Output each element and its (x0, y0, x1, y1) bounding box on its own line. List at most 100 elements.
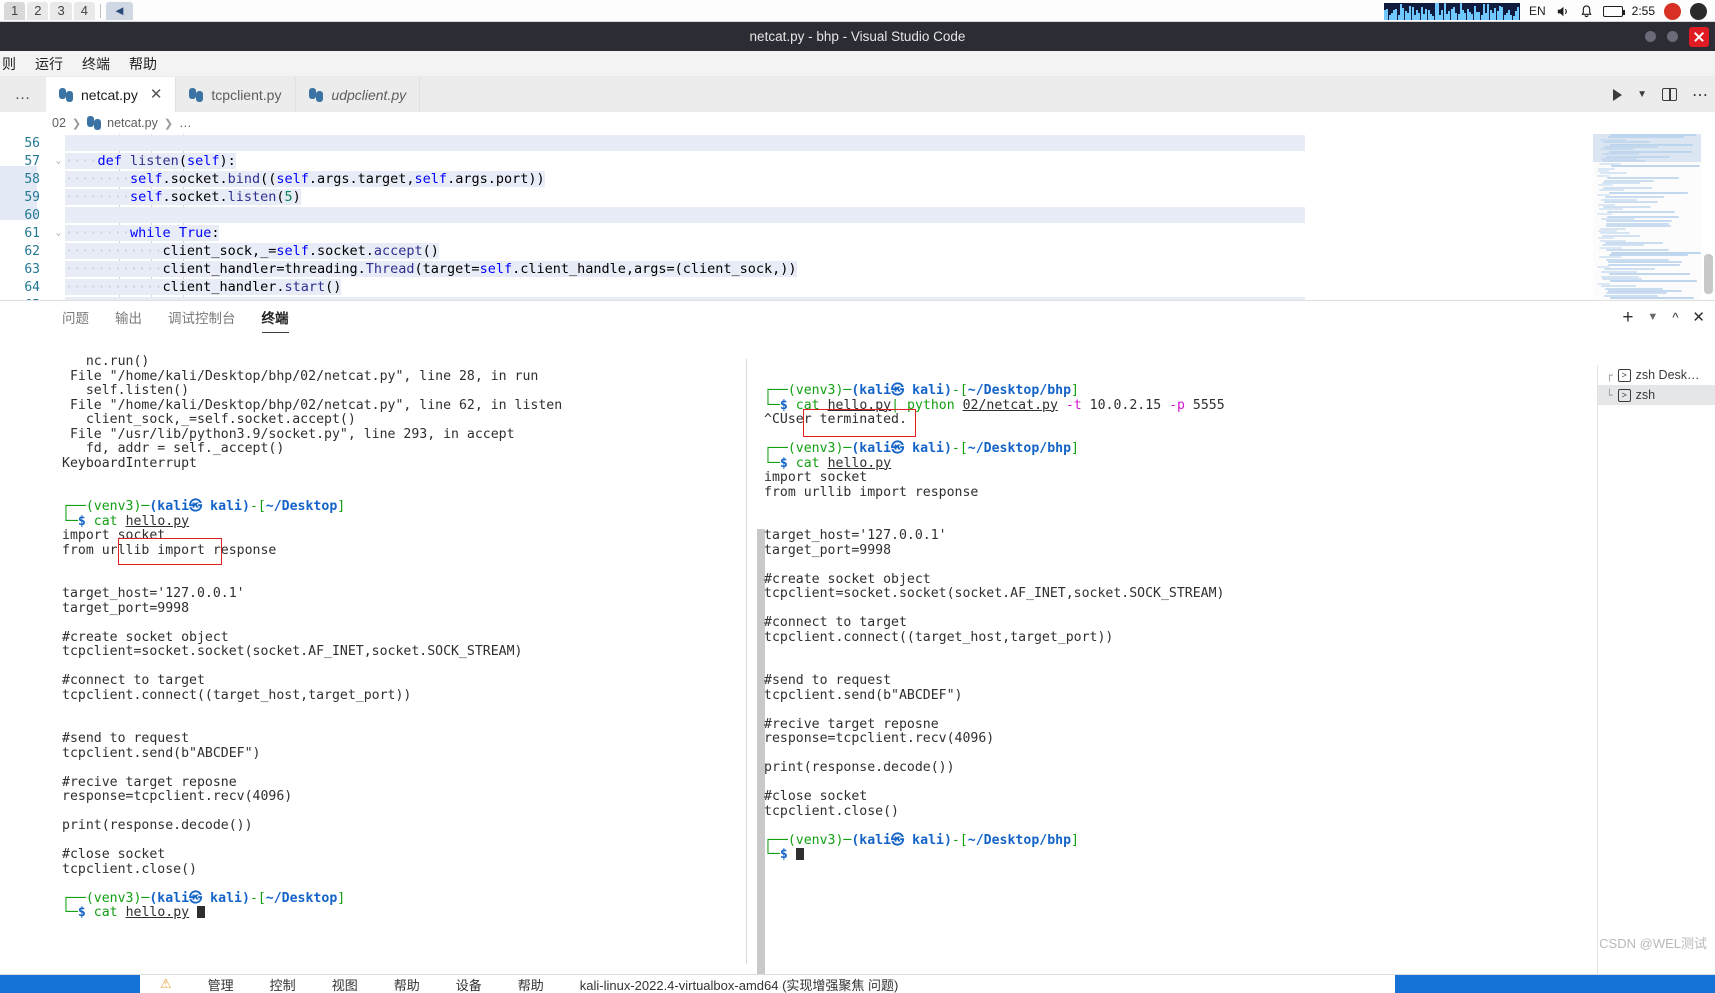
breadcrumb-item-symbol[interactable]: … (179, 116, 192, 130)
close-icon[interactable] (1690, 2, 1707, 20)
taskbar-item-5[interactable]: 帮助 (518, 975, 544, 993)
new-terminal-icon[interactable]: + (1622, 308, 1633, 327)
code-line[interactable]: 60 (0, 206, 1715, 224)
code-line[interactable]: 62 ············client_sock,_=self.socket.… (0, 242, 1715, 260)
tab-netcat-py[interactable]: netcat.py ✕ (46, 77, 177, 112)
os-tab-1[interactable]: 1 (4, 1, 26, 20)
close-panel-icon[interactable]: ✕ (1692, 308, 1705, 326)
terminal-pane-left[interactable]: nc.run() File "/home/kali/Desktop/bhp/02… (0, 333, 742, 974)
close-window-button[interactable] (1689, 26, 1709, 47)
menu-item-terminal[interactable]: 终端 (82, 54, 110, 74)
editor-minimap[interactable] (1593, 134, 1701, 300)
menu-item-0[interactable]: 则 (2, 54, 16, 74)
tab-overflow-button[interactable]: … (0, 77, 46, 112)
tab-problems[interactable]: 问题 (62, 301, 89, 333)
code-line[interactable]: 63 ············client_handler=threading.T… (0, 260, 1715, 278)
terminal-output-line: tcpclient.close() (62, 861, 197, 877)
audio-waveform-icon (1383, 2, 1520, 20)
window-controls[interactable] (1645, 22, 1709, 51)
menu-item-help[interactable]: 帮助 (129, 54, 157, 74)
ime-indicator[interactable]: EN (1529, 4, 1546, 18)
taskbar-item-0[interactable]: 管理 (208, 975, 234, 993)
warning-icon: ⚠ (160, 976, 172, 991)
terminal-output-line: File "/home/kali/Desktop/bhp/02/netcat.p… (62, 397, 563, 413)
terminal-output-line: #close socket (764, 789, 868, 804)
minimize-button[interactable] (1645, 31, 1656, 42)
maximize-panel-icon[interactable]: ^ (1672, 310, 1678, 325)
maximize-button[interactable] (1667, 31, 1678, 42)
os-tab-4[interactable]: 4 (73, 1, 95, 20)
line-number: 60 (24, 207, 40, 223)
code-line[interactable]: 59 ········self.socket.listen(5) (0, 188, 1715, 206)
fold-icon[interactable]: ⌄ (52, 156, 65, 166)
code-editor[interactable]: 56 57 ⌄ ····def listen(self): 58 ········sel… (0, 134, 1715, 300)
terminal-output-line: from urllib import response (62, 542, 277, 558)
fold-icon[interactable]: ⌄ (52, 228, 65, 238)
terminal-pane-right[interactable]: ┌──(venv3)─(kali㉿ kali)-[~/Desktop/bhp] └… (748, 333, 1448, 974)
chevron-down-icon[interactable]: ▼ (1647, 311, 1658, 323)
code-line[interactable]: 56 (0, 134, 1715, 152)
panel-actions: + ▼ ^ ✕ (1622, 301, 1705, 333)
breadcrumb[interactable]: 02 ❯ netcat.py ❯ … (0, 112, 1715, 134)
editor-tab-bar: … netcat.py ✕ tcpclient.py udpclient.py … (0, 77, 1715, 112)
terminal-output-line: tcpclient.connect((target_host,target_po… (764, 629, 1114, 645)
os-tab-pinned[interactable]: ◄ (105, 1, 133, 20)
record-icon[interactable] (1664, 2, 1681, 20)
terminal-output-line: ^CUser terminated. (764, 412, 907, 427)
code-line[interactable]: 58 ········self.socket.bind((self.args.ta… (0, 170, 1715, 188)
code-text: ········while True: (65, 225, 220, 241)
run-icon[interactable] (1613, 88, 1623, 101)
split-editor-icon[interactable] (1662, 88, 1677, 101)
terminal-list-item-1[interactable]: └ > zsh (1598, 385, 1715, 405)
tab-tcpclient-py[interactable]: tcpclient.py (176, 77, 297, 112)
menu-item-run[interactable]: 运行 (35, 54, 63, 74)
code-line[interactable]: 64 ············client_handler.start() (0, 278, 1715, 296)
tab-terminal[interactable]: 终端 (261, 301, 289, 333)
os-tab-2[interactable]: 2 (27, 1, 49, 20)
terminal-output-line: #connect to target (62, 673, 205, 688)
code-text: ············client_handler=threading.Thr… (65, 261, 797, 277)
taskbar-accent-left (0, 974, 140, 993)
terminal-output-line: tcpclient.close() (764, 803, 899, 819)
close-icon[interactable]: ✕ (150, 87, 163, 102)
menu-bar[interactable]: 则 运行 终端 帮助 (0, 51, 1715, 77)
terminal-output-line: #connect to target (764, 615, 907, 630)
terminal-output-line: self.listen() (62, 383, 190, 398)
terminal-list-item-0[interactable]: ┌ > zsh Desk… (1598, 365, 1715, 385)
tab-debug-console[interactable]: 调试控制台 (168, 301, 236, 333)
more-actions-icon[interactable]: ⋯ (1692, 85, 1709, 105)
battery-icon (1602, 5, 1625, 17)
os-tab-3[interactable]: 3 (50, 1, 72, 20)
taskbar-item-1[interactable]: 控制 (270, 975, 296, 993)
terminal-split-divider[interactable] (746, 359, 747, 964)
tab-udpclient-py[interactable]: udpclient.py (296, 77, 421, 112)
breadcrumb-item-folder[interactable]: 02 (52, 116, 66, 130)
taskbar-item-3[interactable]: 帮助 (394, 975, 420, 993)
chevron-right-icon: ❯ (71, 117, 82, 130)
terminal-output-line: from urllib import response (764, 484, 979, 500)
volume-icon[interactable] (1555, 4, 1570, 19)
terminal-output-line: response=tcpclient.recv(4096) (764, 731, 995, 746)
chevron-right-icon: ❯ (163, 117, 174, 130)
browser-tab-strip[interactable]: 1 2 3 4 ◄ (0, 1, 133, 20)
terminal-prompt: ┌──(venv3)─(kali㉿ kali)-[~/Desktop/bhp] (764, 383, 1079, 398)
terminal-output-line: response=tcpclient.recv(4096) (62, 789, 293, 804)
terminal-output-line: File "/home/kali/Desktop/bhp/02/netcat.p… (62, 368, 539, 384)
terminal-output-line: target_host='127.0.0.1' (764, 528, 947, 543)
taskbar-item-2[interactable]: 视图 (332, 975, 358, 993)
taskbar-item-4[interactable]: 设备 (456, 975, 482, 993)
python-file-icon (309, 87, 324, 102)
tab-output[interactable]: 输出 (115, 301, 142, 333)
bell-icon[interactable] (1579, 4, 1594, 19)
breadcrumb-item-file[interactable]: netcat.py (107, 116, 158, 130)
code-line[interactable]: 57 ⌄ ····def listen(self): (0, 152, 1715, 170)
taskbar-menu[interactable]: ⚠ 管理 控制 视图 帮助 设备 帮助 kali-linux-2022.4-vi… (140, 975, 898, 993)
terminal-output-line: import socket (62, 528, 166, 543)
terminal-output-line: tcpclient.connect((target_host,target_po… (62, 687, 412, 703)
code-line[interactable]: 61 ⌄ ········while True: (0, 224, 1715, 242)
chevron-down-icon[interactable]: ▼ (1637, 89, 1647, 100)
editor-scrollbar[interactable] (1704, 254, 1713, 294)
